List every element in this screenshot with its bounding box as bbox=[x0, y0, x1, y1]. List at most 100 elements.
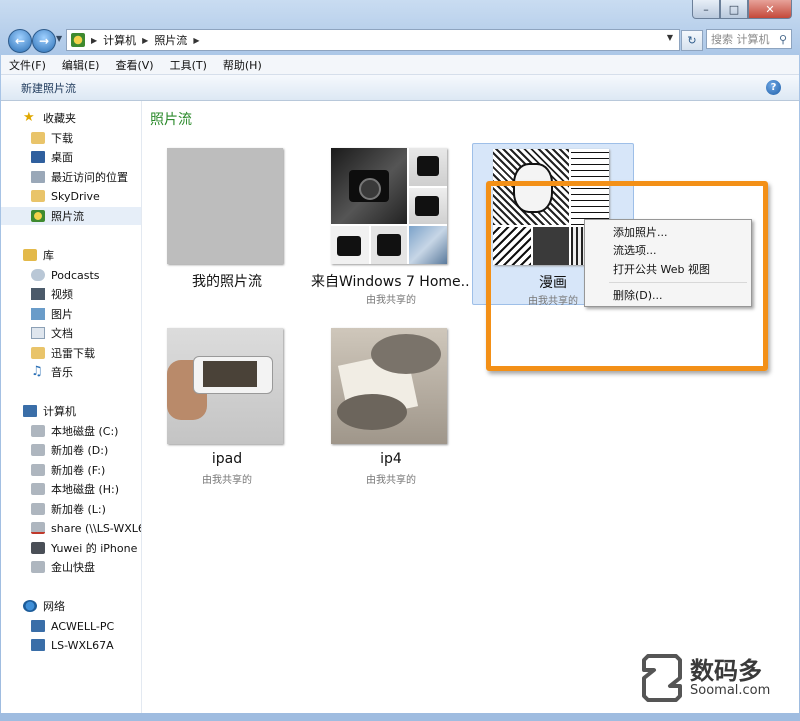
nav-item-podcasts[interactable]: Podcasts bbox=[31, 266, 141, 284]
address-dropdown-icon[interactable]: ▼ bbox=[667, 33, 673, 42]
search-placeholder: 搜索 计算机 bbox=[711, 33, 770, 46]
nav-label: 网络 bbox=[43, 600, 65, 613]
desktop-icon bbox=[31, 151, 45, 163]
nav-item-pictures[interactable]: 图片 bbox=[31, 305, 141, 323]
menu-edit[interactable]: 编辑(E) bbox=[54, 57, 108, 73]
ctx-add-photos[interactable]: 添加照片... bbox=[613, 224, 668, 240]
menu-file[interactable]: 文件(F) bbox=[1, 57, 54, 73]
nav-item-videos[interactable]: 视频 bbox=[31, 285, 141, 303]
drive-icon bbox=[31, 425, 45, 437]
watermark-en: Soomal.com bbox=[690, 683, 771, 698]
photostream-tile[interactable]: 来自Windows 7 Home... 由我共享的 bbox=[311, 143, 471, 306]
nav-item-skydrive[interactable]: SkyDrive bbox=[31, 187, 141, 205]
nav-item-share[interactable]: share (\\LS-WXL67 bbox=[31, 519, 141, 537]
nav-item-downloads[interactable]: 下载 bbox=[31, 129, 141, 147]
computer-icon bbox=[31, 639, 45, 651]
photostream-icon bbox=[31, 210, 45, 222]
nav-label: share (\\LS-WXL67 bbox=[51, 521, 141, 535]
forward-button[interactable]: → bbox=[32, 29, 56, 53]
nav-label: 金山快盘 bbox=[51, 561, 95, 574]
breadcrumb-photostream[interactable]: 照片流 bbox=[154, 32, 187, 48]
nav-item-photostream[interactable]: 照片流 bbox=[1, 207, 141, 225]
folder-icon bbox=[31, 347, 45, 359]
nav-favorites[interactable]: ★ 收藏夹 bbox=[23, 109, 141, 127]
tile-thumbnail bbox=[167, 328, 283, 444]
photostream-tile[interactable]: ip4 由我共享的 bbox=[311, 323, 471, 486]
nav-item-desktop[interactable]: 桌面 bbox=[31, 148, 141, 166]
podcast-icon bbox=[31, 269, 45, 281]
search-icon: ⚲ bbox=[778, 32, 787, 46]
nav-computer[interactable]: 计算机 bbox=[23, 402, 141, 420]
nav-item-thunder[interactable]: 迅雷下载 bbox=[31, 344, 141, 362]
nav-item-kuaipan[interactable]: 金山快盘 bbox=[31, 558, 141, 576]
context-menu: 添加照片... 流选项... 打开公共 Web 视图 删除(D)... bbox=[584, 219, 752, 307]
breadcrumb-computer[interactable]: 计算机 bbox=[103, 32, 136, 48]
minimize-button[interactable]: – bbox=[692, 0, 720, 19]
search-input[interactable]: 搜索 计算机 ⚲ bbox=[706, 29, 792, 49]
photostream-icon bbox=[71, 33, 85, 47]
watermark-cn: 数码多 bbox=[690, 657, 762, 685]
nav-item-drive-d[interactable]: 新加卷 (D:) bbox=[31, 441, 141, 459]
explorer-window: – □ ✕ ← → ▼ ▶ 计算机 ▶ 照片流 ▶ ▼ ↻ 搜索 计算机 ⚲ 文… bbox=[0, 0, 800, 721]
address-bar[interactable]: ▶ 计算机 ▶ 照片流 ▶ ▼ bbox=[66, 29, 680, 51]
network-drive-icon bbox=[31, 522, 45, 534]
title-bar: – □ ✕ bbox=[0, 0, 800, 26]
nav-network[interactable]: 网络 bbox=[23, 597, 141, 615]
nav-item-ls-wxl67a[interactable]: LS-WXL67A bbox=[31, 636, 141, 654]
address-row: ← → ▼ ▶ 计算机 ▶ 照片流 ▶ ▼ ↻ 搜索 计算机 ⚲ bbox=[0, 26, 800, 54]
photostream-tile[interactable]: 我的照片流 bbox=[147, 143, 307, 303]
nav-item-acwell[interactable]: ACWELL-PC bbox=[31, 617, 141, 635]
back-button[interactable]: ← bbox=[8, 29, 32, 53]
picture-icon bbox=[31, 308, 45, 320]
close-button[interactable]: ✕ bbox=[748, 0, 792, 19]
maximize-button[interactable]: □ bbox=[720, 0, 748, 19]
drive-icon bbox=[31, 503, 45, 515]
crumb-separator-icon[interactable]: ▶ bbox=[91, 36, 97, 45]
crumb-separator-icon[interactable]: ▶ bbox=[193, 36, 199, 45]
tile-name: ip4 bbox=[380, 451, 402, 467]
nav-label: 本地磁盘 (C:) bbox=[51, 425, 119, 438]
network-icon bbox=[23, 600, 37, 612]
ctx-delete[interactable]: 删除(D)... bbox=[613, 287, 663, 303]
command-bar: 新建照片流 ? bbox=[1, 75, 799, 101]
tile-name: 我的照片流 bbox=[192, 274, 262, 290]
folder-icon bbox=[31, 132, 45, 144]
menu-tools[interactable]: 工具(T) bbox=[162, 57, 215, 73]
help-icon[interactable]: ? bbox=[766, 80, 781, 95]
ctx-stream-options[interactable]: 流选项... bbox=[613, 242, 657, 258]
nav-item-drive-l[interactable]: 新加卷 (L:) bbox=[31, 500, 141, 518]
crumb-separator-icon[interactable]: ▶ bbox=[142, 36, 148, 45]
music-icon: ♫ bbox=[31, 364, 43, 379]
menu-view[interactable]: 查看(V) bbox=[107, 57, 161, 73]
nav-label: LS-WXL67A bbox=[51, 638, 114, 652]
camera-device-icon bbox=[31, 542, 45, 554]
tile-subtitle: 由我共享的 bbox=[202, 475, 252, 486]
nav-item-music[interactable]: ♫ 音乐 bbox=[31, 363, 141, 381]
computer-icon bbox=[23, 405, 37, 417]
refresh-button[interactable]: ↻ bbox=[681, 30, 703, 51]
drive-icon bbox=[31, 444, 45, 456]
video-icon bbox=[31, 288, 45, 300]
nav-item-documents[interactable]: 文档 bbox=[31, 324, 141, 342]
photostream-tile[interactable]: ipad 由我共享的 bbox=[147, 323, 307, 486]
ctx-open-public-web[interactable]: 打开公共 Web 视图 bbox=[613, 261, 710, 277]
nav-item-drive-c[interactable]: 本地磁盘 (C:) bbox=[31, 422, 141, 440]
tile-subtitle: 由我共享的 bbox=[366, 295, 416, 306]
new-photostream-button[interactable]: 新建照片流 bbox=[21, 80, 76, 96]
nav-item-drive-f[interactable]: 新加卷 (F:) bbox=[31, 461, 141, 479]
menu-help[interactable]: 帮助(H) bbox=[215, 57, 270, 73]
history-dropdown-icon[interactable]: ▼ bbox=[56, 34, 62, 43]
tile-thumbnail bbox=[167, 148, 283, 264]
nav-label: SkyDrive bbox=[51, 189, 100, 203]
nav-label: Podcasts bbox=[51, 268, 100, 282]
nav-label: Yuwei 的 iPhone bbox=[51, 542, 138, 555]
document-icon bbox=[31, 327, 45, 339]
nav-label: 新加卷 (F:) bbox=[51, 464, 106, 477]
nav-item-drive-h[interactable]: 本地磁盘 (H:) bbox=[31, 480, 141, 498]
tile-thumbnail bbox=[331, 328, 447, 444]
nav-item-iphone[interactable]: Yuwei 的 iPhone bbox=[31, 539, 141, 557]
nav-label: 图片 bbox=[51, 308, 73, 321]
menu-bar: 文件(F) 编辑(E) 查看(V) 工具(T) 帮助(H) bbox=[1, 55, 799, 75]
nav-libraries[interactable]: 库 bbox=[23, 246, 141, 264]
nav-item-recent[interactable]: 最近访问的位置 bbox=[31, 168, 141, 186]
